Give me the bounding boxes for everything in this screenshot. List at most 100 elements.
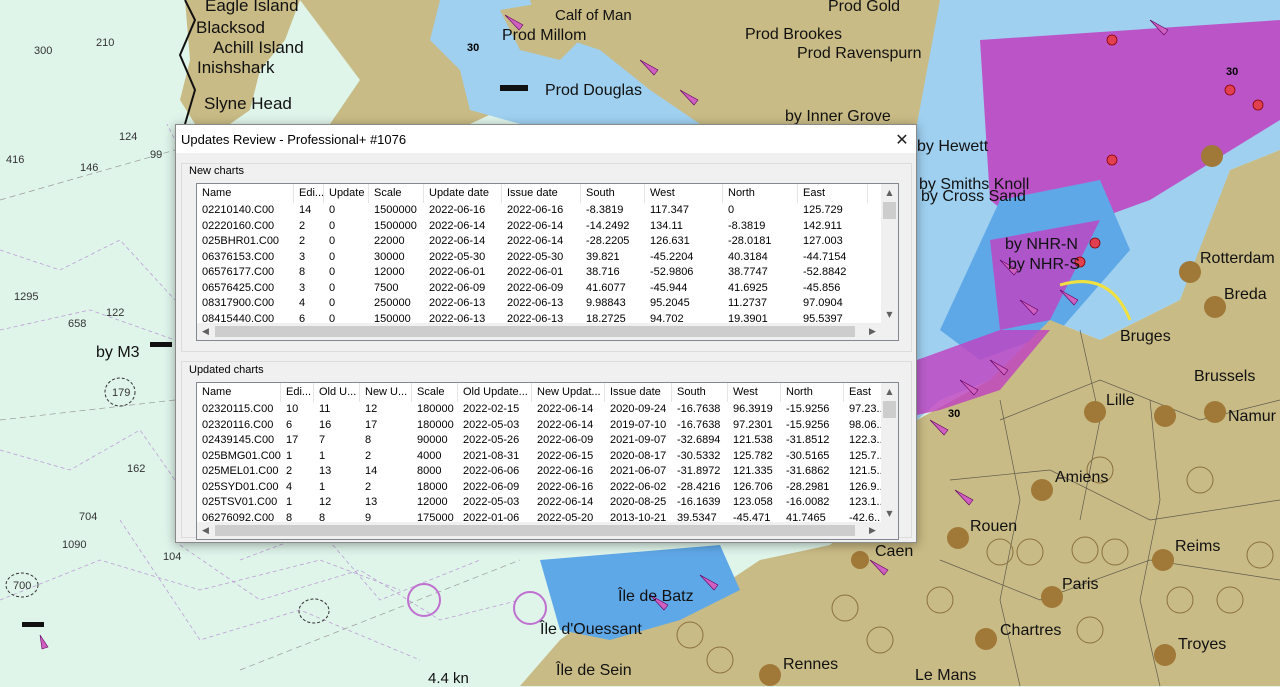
map-label-ile-d-ouessant: Île d'Ouessant bbox=[540, 621, 642, 638]
table-cell: 2022-06-02 bbox=[610, 480, 667, 493]
table-cell: 123.058 bbox=[733, 496, 773, 508]
table-cell: 142.911 bbox=[803, 219, 842, 232]
scroll-corner bbox=[881, 323, 898, 340]
table-cell: 14 bbox=[299, 204, 312, 216]
scroll-left-icon[interactable]: ◀ bbox=[197, 323, 214, 340]
table-cell: 0 bbox=[329, 250, 336, 263]
table-cell: 10 bbox=[286, 403, 299, 415]
column-header[interactable]: East bbox=[844, 383, 882, 402]
column-header[interactable]: Old Update... bbox=[458, 383, 532, 402]
table-cell: 7 bbox=[319, 434, 326, 446]
table-cell: 2022-06-14 bbox=[429, 219, 486, 232]
table-cell: 11 bbox=[319, 403, 331, 415]
map-label-by-nhr-n: by NHR-N bbox=[1005, 236, 1078, 253]
table-cell: -31.8512 bbox=[786, 434, 830, 446]
horizontal-scrollbar[interactable]: ◀ ▶ bbox=[197, 323, 881, 340]
scrollbar-thumb[interactable] bbox=[883, 202, 896, 219]
table-cell: 06576177.C00 bbox=[202, 266, 275, 278]
table-cell: -8.3819 bbox=[728, 219, 766, 232]
table-cell: 2022-06-14 bbox=[537, 403, 594, 415]
column-header[interactable]: New U... bbox=[360, 383, 412, 402]
column-header[interactable]: South bbox=[672, 383, 728, 402]
column-header[interactable]: East bbox=[798, 184, 868, 203]
column-header[interactable]: Issue date bbox=[502, 184, 581, 203]
column-header[interactable]: South bbox=[581, 184, 645, 203]
depth-sounding: 122 bbox=[106, 307, 125, 319]
scroll-right-icon[interactable]: ▶ bbox=[864, 522, 881, 539]
table-cell: 1 bbox=[319, 480, 326, 493]
table-cell: 97.0904 bbox=[803, 297, 843, 309]
table-cell: 2 bbox=[365, 449, 372, 462]
new-charts-table[interactable]: Name Edi... Update Scale Update date Issue da… bbox=[196, 183, 899, 341]
scrollbar-thumb[interactable] bbox=[883, 401, 896, 418]
scroll-down-icon[interactable]: ▼ bbox=[881, 505, 898, 522]
table-cell: 1500000 bbox=[374, 204, 417, 216]
column-header[interactable]: Edi... bbox=[294, 184, 324, 203]
column-header[interactable]: Scale bbox=[369, 184, 424, 203]
column-header[interactable]: Update date bbox=[424, 184, 502, 203]
depth-sounding: 146 bbox=[80, 162, 99, 174]
column-header[interactable]: Old U... bbox=[314, 383, 360, 402]
scroll-down-icon[interactable]: ▼ bbox=[881, 306, 898, 323]
dialog-titlebar[interactable]: Updates Review - Professional+ #1076 ✕ bbox=[176, 125, 916, 153]
column-header[interactable]: New Updat... bbox=[532, 383, 605, 402]
column-header[interactable]: Update bbox=[324, 184, 369, 203]
table-cell: 180000 bbox=[417, 418, 454, 431]
scrollbar-thumb[interactable] bbox=[215, 326, 855, 337]
table-cell: 12000 bbox=[417, 496, 448, 508]
table-cell: 3 bbox=[299, 250, 306, 263]
scrollbar-thumb[interactable] bbox=[215, 525, 855, 536]
map-label-prod-brookes: Prod Brookes bbox=[745, 26, 842, 43]
table-cell: 4 bbox=[286, 480, 293, 493]
table-cell: 121.538 bbox=[733, 434, 773, 446]
table-cell: 2022-06-13 bbox=[429, 297, 486, 309]
column-header[interactable]: Name bbox=[197, 383, 281, 402]
column-header[interactable]: Name bbox=[197, 184, 294, 203]
column-header[interactable]: West bbox=[728, 383, 781, 402]
table-cell: -15.9256 bbox=[786, 403, 830, 415]
table-cell: 2022-06-09 bbox=[429, 281, 486, 294]
map-label-breda: Breda bbox=[1224, 286, 1267, 303]
vertical-scrollbar[interactable]: ▲ ▼ bbox=[881, 383, 898, 522]
scroll-up-icon[interactable]: ▲ bbox=[881, 383, 898, 400]
table-cell: 126.706 bbox=[733, 480, 773, 493]
updates-review-dialog[interactable]: Updates Review - Professional+ #1076 ✕ N… bbox=[175, 124, 917, 543]
table-cell: 250000 bbox=[374, 297, 411, 309]
depth-sounding: 30 bbox=[948, 408, 961, 420]
column-header[interactable]: Scale bbox=[412, 383, 458, 402]
map-label-rouen: Rouen bbox=[970, 518, 1018, 535]
scroll-up-icon[interactable]: ▲ bbox=[881, 184, 898, 201]
column-header[interactable]: North bbox=[723, 184, 798, 203]
table-cell: 4 bbox=[299, 297, 306, 309]
close-button[interactable]: ✕ bbox=[888, 125, 916, 153]
depth-sounding: 179 bbox=[112, 387, 131, 399]
column-header[interactable]: North bbox=[781, 383, 844, 402]
map-label-ile-de-batz: Île de Batz bbox=[618, 588, 694, 605]
depth-sounding: 704 bbox=[79, 511, 98, 523]
map-label-blacksod: Blacksod bbox=[196, 18, 265, 37]
table-cell: 02439145.C00 bbox=[202, 434, 275, 446]
table-cell: 2022-06-15 bbox=[537, 449, 594, 462]
depth-sounding: 1090 bbox=[62, 539, 87, 551]
scroll-right-icon[interactable]: ▶ bbox=[864, 323, 881, 340]
vertical-scrollbar[interactable]: ▲ ▼ bbox=[881, 184, 898, 323]
map-label-troyes: Troyes bbox=[1178, 636, 1227, 653]
table-cell: 2021-08-31 bbox=[463, 449, 520, 462]
column-header[interactable]: Issue date bbox=[605, 383, 672, 402]
close-icon: ✕ bbox=[895, 129, 909, 149]
depth-sounding: 30 bbox=[467, 42, 480, 54]
column-header[interactable]: West bbox=[645, 184, 723, 203]
horizontal-scrollbar[interactable]: ◀ ▶ bbox=[197, 522, 881, 539]
table-cell: 0 bbox=[329, 204, 336, 216]
table-cell: 025SYD01.C00 bbox=[202, 480, 279, 493]
table-cell: 2022-06-16 bbox=[429, 204, 486, 216]
updated-charts-table[interactable]: Name Edi... Old U... New U... Scale Old Updat… bbox=[196, 382, 899, 540]
table-cell: -28.2981 bbox=[786, 480, 830, 493]
map-label-bruges: Bruges bbox=[1120, 328, 1171, 345]
table-cell: 2 bbox=[299, 219, 306, 232]
scroll-left-icon[interactable]: ◀ bbox=[197, 522, 214, 539]
map-label-eagle-island: Eagle Island bbox=[205, 0, 299, 15]
table-cell: 2022-06-14 bbox=[429, 235, 486, 247]
table-cell: 12 bbox=[365, 403, 378, 415]
column-header[interactable]: Edi... bbox=[281, 383, 314, 402]
